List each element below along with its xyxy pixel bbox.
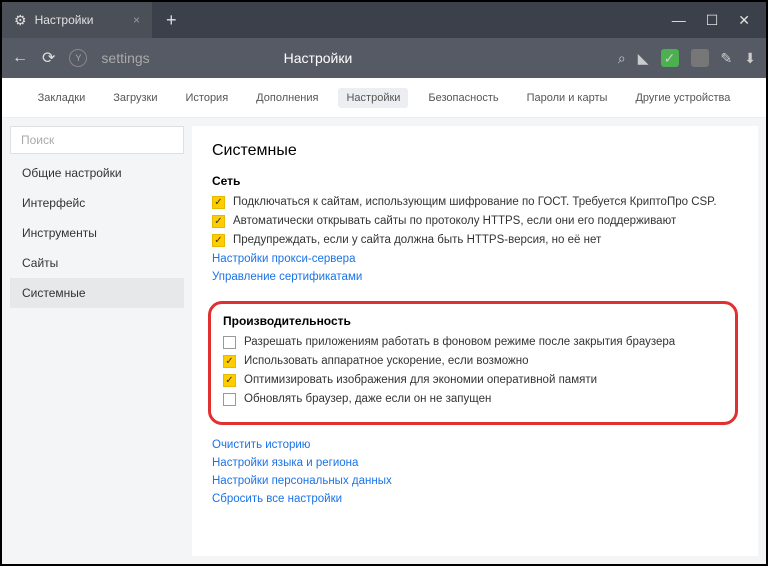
checkbox-label: Оптимизировать изображения для экономии …: [244, 374, 597, 386]
tab-close-button[interactable]: ×: [133, 13, 140, 27]
proxy-link[interactable]: Настройки прокси-сервера: [212, 253, 738, 265]
checkbox-icon[interactable]: [223, 336, 236, 349]
sidebar-item-tools[interactable]: Инструменты: [10, 218, 184, 248]
url-text[interactable]: settings: [101, 50, 149, 66]
perf-row-3[interactable]: Обновлять браузер, даже если он не запущ…: [223, 393, 723, 406]
checkbox-icon[interactable]: ✓: [212, 215, 225, 228]
topnav-history[interactable]: История: [178, 88, 237, 108]
minimize-button[interactable]: —: [672, 12, 686, 29]
gear-icon: ⚙: [14, 12, 27, 29]
checkbox-label: Разрешать приложениям работать в фоновом…: [244, 336, 675, 348]
checkbox-icon[interactable]: [223, 393, 236, 406]
bottom-links: Очистить историю Настройки языка и регио…: [212, 439, 738, 505]
checkbox-icon[interactable]: ✓: [212, 196, 225, 209]
checkbox-label: Предупреждать, если у сайта должна быть …: [233, 234, 601, 246]
maximize-button[interactable]: ☐: [706, 12, 719, 29]
performance-title: Производительность: [223, 314, 723, 328]
titlebar: ⚙ Настройки × + — ☐ ✕: [2, 2, 766, 38]
checkbox-label: Подключаться к сайтам, использующим шифр…: [233, 196, 717, 208]
reload-button[interactable]: ⟳: [42, 48, 55, 68]
cert-link[interactable]: Управление сертификатами: [212, 271, 738, 283]
extension-icon[interactable]: [691, 49, 709, 67]
sidebar-search[interactable]: Поиск: [10, 126, 184, 154]
lang-region-link[interactable]: Настройки языка и региона: [212, 457, 738, 469]
topnav-downloads[interactable]: Загрузки: [105, 88, 165, 108]
perf-row-1[interactable]: ✓ Использовать аппаратное ускорение, есл…: [223, 355, 723, 368]
bookmark-icon[interactable]: ◣: [638, 50, 649, 67]
tab-title: Настройки: [35, 13, 94, 27]
network-row-1[interactable]: ✓ Автоматически открывать сайты по прото…: [212, 215, 738, 228]
address-bar: ← ⟳ Y settings Настройки ⌕ ◣ ✓ ✎ ⬇: [2, 38, 766, 78]
personal-data-link[interactable]: Настройки персональных данных: [212, 475, 738, 487]
checkbox-icon[interactable]: ✓: [223, 374, 236, 387]
new-tab-button[interactable]: +: [152, 10, 191, 31]
perf-row-2[interactable]: ✓ Оптимизировать изображения для экономи…: [223, 374, 723, 387]
sidebar-item-system[interactable]: Системные: [10, 278, 184, 308]
performance-section-highlight: Производительность Разрешать приложениям…: [208, 301, 738, 425]
toolbar-right: ⌕ ◣ ✓ ✎ ⬇: [618, 49, 756, 67]
clear-history-link[interactable]: Очистить историю: [212, 439, 738, 451]
window-controls: — ☐ ✕: [672, 12, 766, 29]
close-window-button[interactable]: ✕: [738, 12, 750, 29]
topnav-bookmarks[interactable]: Закладки: [30, 88, 94, 108]
sidebar-item-interface[interactable]: Интерфейс: [10, 188, 184, 218]
site-icon[interactable]: Y: [69, 49, 87, 67]
settings-top-nav: Закладки Загрузки История Дополнения Нас…: [2, 78, 766, 118]
perf-row-0[interactable]: Разрешать приложениям работать в фоновом…: [223, 336, 723, 349]
topnav-settings[interactable]: Настройки: [338, 88, 408, 108]
topnav-security[interactable]: Безопасность: [420, 88, 506, 108]
search-icon[interactable]: ⌕: [618, 50, 626, 67]
sidebar: Поиск Общие настройки Интерфейс Инструме…: [2, 118, 192, 564]
sidebar-item-general[interactable]: Общие настройки: [10, 158, 184, 188]
main-panel: Системные Сеть ✓ Подключаться к сайтам, …: [192, 126, 758, 556]
sidebar-item-sites[interactable]: Сайты: [10, 248, 184, 278]
topnav-devices[interactable]: Другие устройства: [627, 88, 738, 108]
feather-icon[interactable]: ✎: [721, 50, 733, 67]
network-row-2[interactable]: ✓ Предупреждать, если у сайта должна быт…: [212, 234, 738, 247]
checkbox-label: Автоматически открывать сайты по протоко…: [233, 215, 676, 227]
page-title: Настройки: [284, 50, 353, 66]
content-area: Поиск Общие настройки Интерфейс Инструме…: [2, 118, 766, 564]
download-icon[interactable]: ⬇: [744, 50, 756, 67]
browser-tab[interactable]: ⚙ Настройки ×: [2, 2, 152, 38]
main-heading: Системные: [212, 142, 738, 160]
shield-icon[interactable]: ✓: [661, 49, 679, 67]
network-title: Сеть: [212, 174, 738, 188]
topnav-passwords[interactable]: Пароли и карты: [519, 88, 616, 108]
checkbox-icon[interactable]: ✓: [223, 355, 236, 368]
network-row-0[interactable]: ✓ Подключаться к сайтам, использующим ши…: [212, 196, 738, 209]
reset-settings-link[interactable]: Сбросить все настройки: [212, 493, 738, 505]
checkbox-label: Обновлять браузер, даже если он не запущ…: [244, 393, 491, 405]
checkbox-icon[interactable]: ✓: [212, 234, 225, 247]
topnav-addons[interactable]: Дополнения: [248, 88, 326, 108]
checkbox-label: Использовать аппаратное ускорение, если …: [244, 355, 528, 367]
back-button[interactable]: ←: [12, 49, 28, 67]
